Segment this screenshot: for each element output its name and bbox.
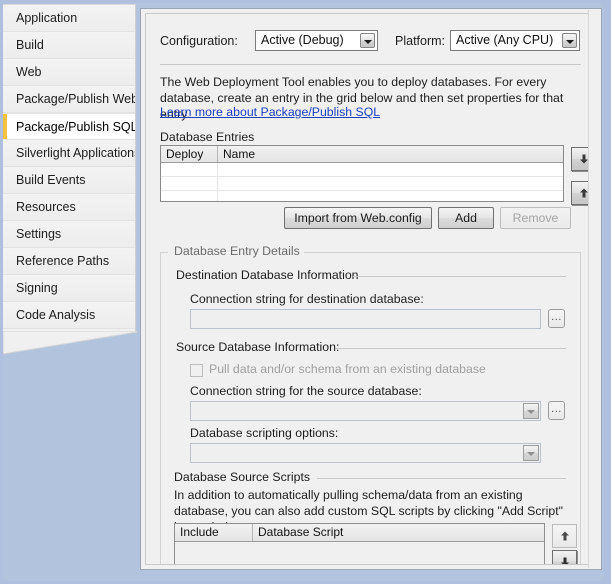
platform-dropdown[interactable]: Active (Any CPU): [450, 30, 580, 51]
database-entry-details-group: Database Entry Details Destination Datab…: [160, 244, 581, 565]
sidebar-item-label: Build Events: [16, 173, 85, 187]
sidebar-item-code-analysis[interactable]: Code Analysis: [3, 302, 135, 329]
grid-body[interactable]: [175, 542, 544, 565]
section-rule: [353, 276, 566, 277]
column-header-deploy[interactable]: Deploy: [161, 146, 218, 162]
move-entry-down-button[interactable]: [571, 147, 589, 171]
sidebar-item-web[interactable]: Web: [3, 59, 135, 86]
destination-section-title: Destination Database Information: [176, 268, 359, 282]
sidebar-item-label: Signing: [16, 281, 58, 295]
add-button[interactable]: Add: [438, 207, 494, 229]
cell-name[interactable]: [218, 191, 563, 202]
configuration-row: Configuration: Active (Debug) Platform: …: [160, 30, 580, 54]
scripting-options-dropdown[interactable]: [190, 443, 541, 463]
cell-name[interactable]: [218, 163, 563, 176]
sidebar-item-settings[interactable]: Settings: [3, 221, 135, 248]
sidebar-item-label: Web: [16, 65, 41, 79]
platform-label: Platform:: [395, 34, 445, 48]
source-connection-input[interactable]: [190, 401, 541, 421]
sidebar-item-build-events[interactable]: Build Events: [3, 167, 135, 194]
destination-connection-input[interactable]: [190, 309, 541, 329]
project-properties-window: Application Build Web Package/Publish Web Pa…: [0, 0, 611, 584]
divider: [160, 64, 581, 65]
group-border-top-left: [160, 252, 168, 253]
source-connection-label: Connection string for the source databas…: [190, 384, 422, 398]
chevron-down-icon[interactable]: [360, 33, 375, 48]
database-scripts-grid[interactable]: Include Database Script: [174, 523, 545, 565]
chevron-down-icon[interactable]: [523, 403, 539, 419]
configuration-label: Configuration:: [160, 34, 238, 48]
configuration-value: Active (Debug): [261, 33, 344, 47]
database-entries-grid[interactable]: Deploy Name: [160, 145, 564, 202]
scripting-options-label: Database scripting options:: [190, 426, 338, 440]
grid-header-row: Include Database Script: [175, 524, 544, 542]
group-title: Database Entry Details: [170, 244, 304, 258]
chevron-down-icon[interactable]: [562, 33, 577, 48]
column-header-name[interactable]: Name: [218, 146, 563, 162]
sidebar-item-label: Package/Publish SQL: [16, 120, 136, 134]
sidebar-item-label: Build: [16, 38, 44, 52]
learn-more-link[interactable]: Learn more about Package/Publish SQL: [160, 105, 380, 119]
sidebar-item-label: Package/Publish Web: [16, 92, 136, 106]
sidebar-item-package-publish-web[interactable]: Package/Publish Web: [3, 86, 135, 113]
column-header-include[interactable]: Include: [175, 524, 253, 541]
pull-data-checkbox-label: Pull data and/or schema from an existing…: [209, 362, 486, 376]
sidebar-item-label: Code Analysis: [16, 308, 95, 322]
sidebar-bottom-curve: [3, 331, 143, 357]
sidebar-item-resources[interactable]: Resources: [3, 194, 135, 221]
column-header-database-script[interactable]: Database Script: [253, 524, 544, 541]
move-script-up-button[interactable]: [552, 524, 577, 548]
source-section-title: Source Database Information:: [176, 340, 339, 354]
sidebar-item-label: Silverlight Applications: [16, 146, 136, 160]
cell-name[interactable]: [218, 177, 563, 190]
destination-connection-label: Connection string for destination databa…: [190, 292, 424, 306]
sidebar-item-reference-paths[interactable]: Reference Paths: [3, 248, 135, 275]
grid-header-row: Deploy Name: [161, 146, 563, 163]
platform-value: Active (Any CPU): [456, 33, 553, 47]
settings-panel-inner: Configuration: Active (Debug) Platform: …: [145, 13, 589, 565]
scripts-section-title: Database Source Scripts: [174, 470, 310, 484]
sidebar-item-package-publish-sql[interactable]: Package/Publish SQL: [3, 113, 135, 140]
sidebar-item-label: Settings: [16, 227, 61, 241]
sidebar-item-silverlight-applications[interactable]: Silverlight Applications: [3, 140, 135, 167]
sidebar-item-label: Application: [16, 11, 77, 25]
configuration-dropdown[interactable]: Active (Debug): [255, 30, 378, 51]
source-browse-button[interactable]: ...: [548, 401, 565, 420]
section-rule: [317, 478, 566, 479]
group-border-top-right: [296, 252, 581, 253]
table-row[interactable]: [161, 163, 563, 177]
sidebar-tab-strip: Application Build Web Package/Publish Web Pa…: [3, 4, 136, 333]
database-entries-label: Database Entries: [160, 130, 254, 144]
checkbox-icon: [190, 364, 203, 377]
sidebar-item-label: Resources: [16, 200, 76, 214]
table-row[interactable]: [161, 191, 563, 202]
arrow-up-icon: [559, 531, 570, 542]
panel-right-rail: [588, 10, 600, 568]
sidebar-item-build[interactable]: Build: [3, 32, 135, 59]
sidebar-item-application[interactable]: Application: [3, 5, 135, 32]
cell-deploy[interactable]: [161, 163, 218, 176]
arrow-down-icon: [559, 557, 570, 566]
sidebar-item-signing[interactable]: Signing: [3, 275, 135, 302]
section-rule: [336, 348, 566, 349]
move-entry-up-button[interactable]: [571, 181, 589, 205]
cell-deploy[interactable]: [161, 177, 218, 190]
settings-panel: Configuration: Active (Debug) Platform: …: [140, 8, 602, 570]
chevron-down-icon[interactable]: [523, 445, 539, 461]
cell-deploy[interactable]: [161, 191, 218, 202]
sidebar-item-label: Reference Paths: [16, 254, 109, 268]
remove-button: Remove: [500, 207, 571, 229]
table-row[interactable]: [161, 177, 563, 191]
import-from-webconfig-button[interactable]: Import from Web.config: [284, 207, 432, 229]
move-script-down-button[interactable]: [552, 550, 577, 565]
destination-browse-button[interactable]: ...: [548, 309, 565, 328]
